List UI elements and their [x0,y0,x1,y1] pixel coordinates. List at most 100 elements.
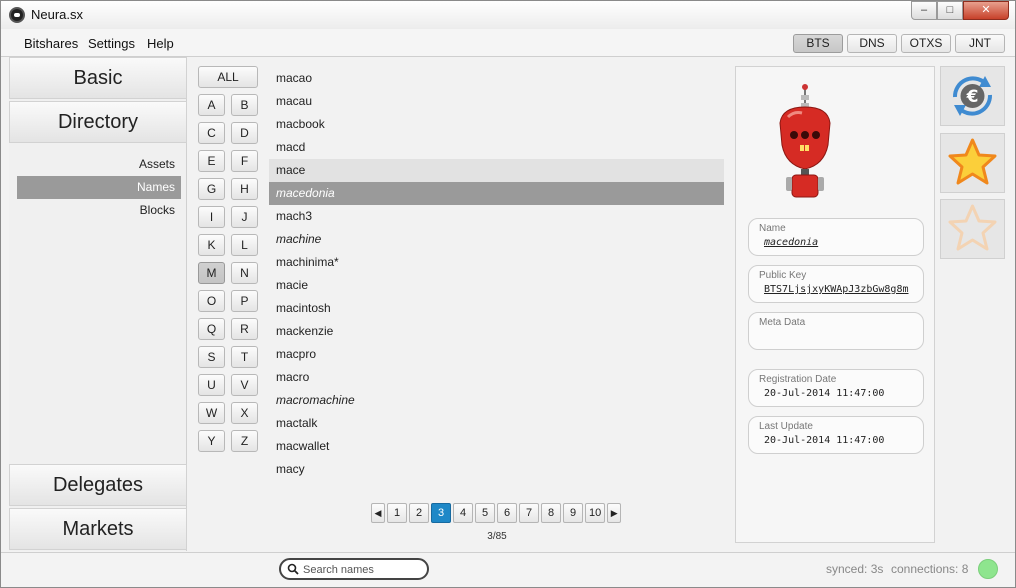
connections-status: connections: 8 [891,562,969,576]
app-logo-icon [9,7,25,23]
name-list-item[interactable]: macy [269,458,724,481]
letter-button-y[interactable]: Y [198,430,225,452]
connection-indicator [978,559,998,579]
title-bar: Neura.sx – □ ✕ [1,1,1015,29]
maximize-button[interactable]: □ [937,1,963,20]
letter-all-button[interactable]: ALL [198,66,258,88]
page-button-5[interactable]: 5 [475,503,495,523]
letter-button-z[interactable]: Z [231,430,258,452]
search-input[interactable] [303,562,423,577]
name-list-item[interactable]: macao [269,67,724,90]
chain-tab-bts[interactable]: BTS [793,34,843,53]
meta-data-label: Meta Data [759,317,806,328]
name-list-item[interactable]: macro [269,366,724,389]
name-list-item[interactable]: machinima* [269,251,724,274]
left-navigation: Basic Directory Assets Names Blocks Dele… [9,57,187,551]
page-button-8[interactable]: 8 [541,503,561,523]
subitem-blocks[interactable]: Blocks [17,199,181,222]
subitem-assets[interactable]: Assets [17,153,181,176]
name-list-item[interactable]: macbook [269,113,724,136]
sync-status: synced: 3s [826,562,884,576]
name-label: Name [759,223,786,234]
favorite-button[interactable] [940,133,1005,193]
favorite-star-icon [948,138,997,185]
letter-button-p[interactable]: P [231,290,258,312]
page-button-9[interactable]: 9 [563,503,583,523]
chain-tab-jnt[interactable]: JNT [955,34,1005,53]
letter-button-e[interactable]: E [198,150,225,172]
subitem-names[interactable]: Names [17,176,181,199]
names-list: macao macau macbook macd mace macedonia mach3 m… [269,67,724,481]
name-list-item[interactable]: macie [269,274,724,297]
robot-avatar [779,84,831,198]
prev-page-button[interactable]: ◀ [371,503,385,523]
menu-bitshares[interactable]: Bitshares [24,36,78,51]
name-list-item[interactable]: machine [269,228,724,251]
page-button-1[interactable]: 1 [387,503,407,523]
letter-button-m[interactable]: M [198,262,225,284]
name-value[interactable]: macedonia [764,237,818,248]
letter-button-k[interactable]: K [198,234,225,256]
minimize-button[interactable]: – [911,1,937,20]
name-list-item[interactable]: macd [269,136,724,159]
name-list-item[interactable]: macau [269,90,724,113]
page-button-10[interactable]: 10 [585,503,606,523]
menu-help[interactable]: Help [147,36,174,51]
name-list-item[interactable]: macpro [269,343,724,366]
letter-button-l[interactable]: L [231,234,258,256]
name-list-item[interactable]: macwallet [269,435,724,458]
nav-delegates[interactable]: Delegates [9,464,187,506]
name-list-item[interactable]: mace [269,159,724,182]
letter-button-s[interactable]: S [198,346,225,368]
letter-button-b[interactable]: B [231,94,258,116]
name-field: Name macedonia [748,218,924,256]
name-list-item[interactable]: mackenzie [269,320,724,343]
unfavorite-button[interactable] [940,199,1005,259]
letter-button-r[interactable]: R [231,318,258,340]
name-list-item[interactable]: macromachine [269,389,724,412]
nav-markets[interactable]: Markets [9,508,187,550]
exchange-action-button[interactable]: € [940,66,1005,126]
letter-button-q[interactable]: Q [198,318,225,340]
chain-tabs: BTS DNS OTXS JNT [793,34,1005,53]
name-list-item[interactable]: mach3 [269,205,724,228]
letter-button-n[interactable]: N [231,262,258,284]
registration-date-field: Registration Date 20-Jul-2014 11:47:00 [748,369,924,407]
registration-date-value: 20-Jul-2014 11:47:00 [764,388,885,399]
letter-button-g[interactable]: G [198,178,225,200]
letter-button-f[interactable]: F [231,150,258,172]
letter-button-x[interactable]: X [231,402,258,424]
page-button-4[interactable]: 4 [453,503,473,523]
letter-button-a[interactable]: A [198,94,225,116]
name-list-item[interactable]: macedonia [269,182,724,205]
page-button-3[interactable]: 3 [431,503,451,523]
page-button-7[interactable]: 7 [519,503,539,523]
app-window: Neura.sx – □ ✕ Bitshares Settings Help B… [0,0,1016,588]
chain-tab-otxs[interactable]: OTXS [901,34,951,53]
page-button-6[interactable]: 6 [497,503,517,523]
letter-button-o[interactable]: O [198,290,225,312]
next-page-button[interactable]: ▶ [607,503,622,523]
letter-button-v[interactable]: V [231,374,258,396]
letter-button-t[interactable]: T [231,346,258,368]
name-list-item[interactable]: macintosh [269,297,724,320]
letter-button-w[interactable]: W [198,402,225,424]
nav-basic[interactable]: Basic [9,57,187,99]
letter-button-d[interactable]: D [231,122,258,144]
letter-button-c[interactable]: C [198,122,225,144]
nav-directory[interactable]: Directory [9,101,187,143]
public-key-field: Public Key BTS7LjsjxyKWApJ3zbGw8g8m [748,265,924,303]
letter-button-j[interactable]: J [231,206,258,228]
menu-settings[interactable]: Settings [88,36,135,51]
chain-tab-dns[interactable]: DNS [847,34,897,53]
close-button[interactable]: ✕ [963,1,1009,20]
letter-button-u[interactable]: U [198,374,225,396]
registration-date-label: Registration Date [759,374,837,385]
letter-button-h[interactable]: H [231,178,258,200]
letter-button-i[interactable]: I [198,206,225,228]
window-controls: – □ ✕ [911,1,1009,20]
public-key-value[interactable]: BTS7LjsjxyKWApJ3zbGw8g8m [764,284,909,295]
svg-text:€: € [966,87,979,107]
page-button-2[interactable]: 2 [409,503,429,523]
name-list-item[interactable]: mactalk [269,412,724,435]
